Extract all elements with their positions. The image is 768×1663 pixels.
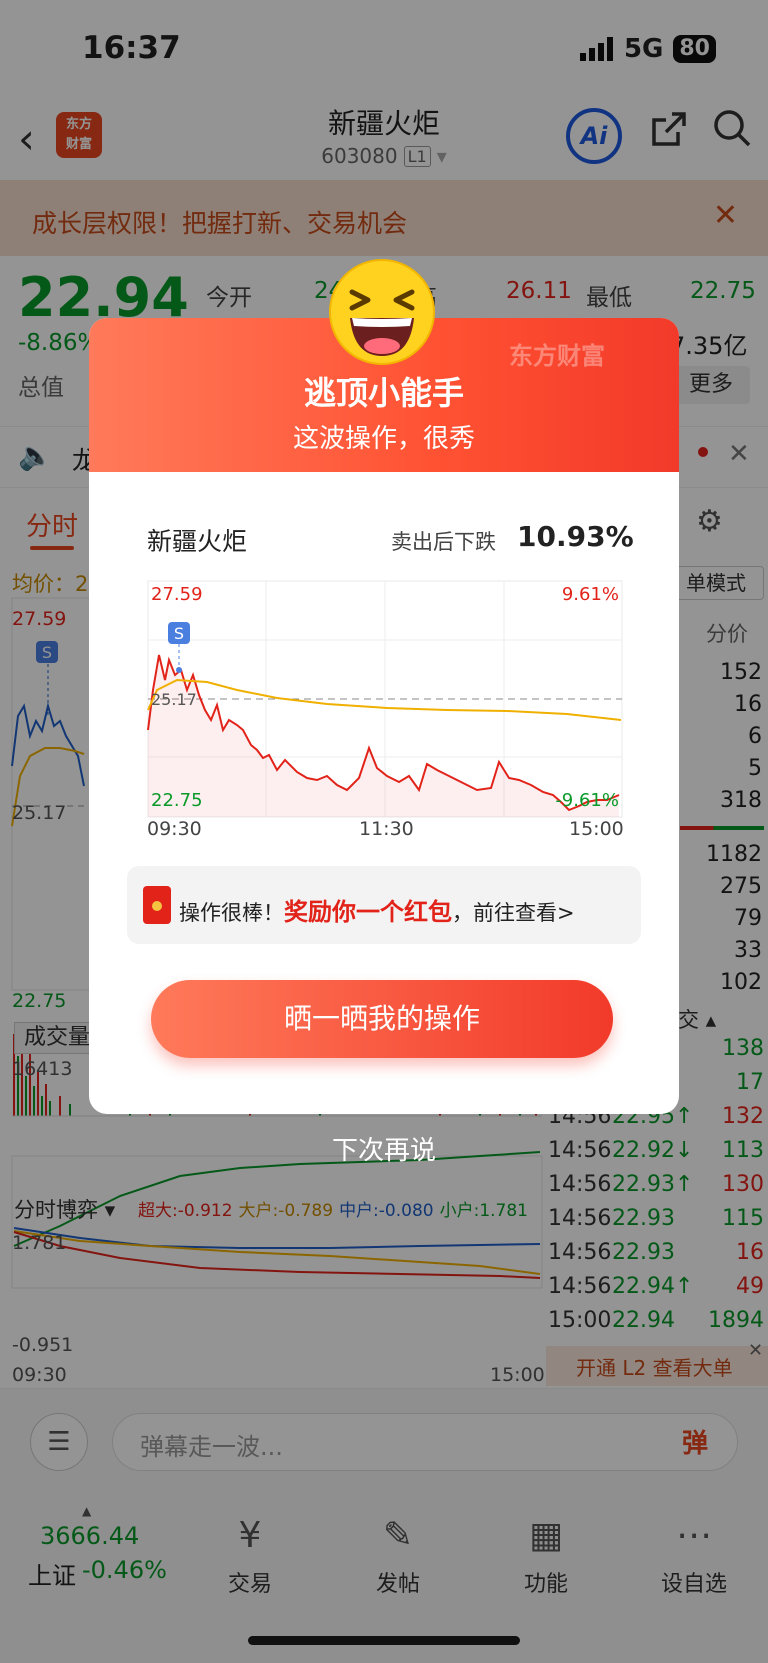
mini-top-pct: 9.61% [562,584,619,605]
after-sell-value: 10.93% [517,520,634,553]
mini-bottom-pct: -9.61% [555,790,619,811]
home-indicator [248,1636,520,1645]
dismiss-link[interactable]: 下次再说 [0,1130,768,1167]
achievement-modal: 东方财富 逃顶小能手 这波操作，很秀 新疆火炬 卖出后下跌 10.93% S 2… [89,318,679,1114]
brand-watermark: 东方财富 [509,342,605,370]
red-envelope-icon [143,886,171,924]
reward-link[interactable]: 操作很棒！奖励你一个红包，前往查看> [127,866,641,944]
mini-time-end: 15:00 [569,818,624,840]
reward-prefix: 操作很棒！ [179,901,284,925]
modal-subtitle: 这波操作，很秀 [292,424,475,454]
reward-highlight: 奖励你一个红包 [284,898,452,926]
mini-time-start: 09:30 [147,818,202,840]
modal-stock-name: 新疆火炬 [147,527,248,556]
mini-time-mid: 11:30 [359,818,414,840]
mini-mid-price: 25.17 [151,690,197,709]
mini-top-price: 27.59 [151,584,203,605]
mini-bottom-price: 22.75 [151,790,203,811]
share-operation-button[interactable]: 晒一晒我的操作 [151,980,613,1058]
reward-text: 操作很棒！奖励你一个红包，前往查看> [179,892,575,927]
laughing-emoji-icon [329,259,435,365]
after-sell-label: 卖出后下跌 [391,530,496,554]
sell-marker: S [174,624,184,643]
modal-title: 逃顶小能手 [303,374,464,412]
reward-suffix: ，前往查看> [452,901,575,925]
modal-mini-chart: S 27.59 9.61% 25.17 22.75 -9.61% [147,580,623,818]
